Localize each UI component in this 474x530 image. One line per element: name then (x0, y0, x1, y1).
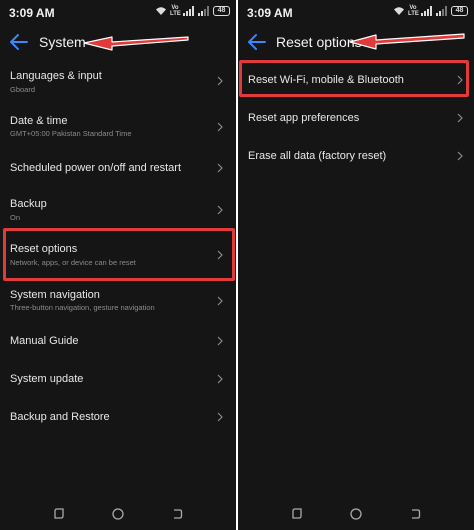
list-item-languages[interactable]: Languages & input Gboard (0, 60, 236, 100)
list-item-title: Manual Guide (10, 335, 79, 347)
list-item-backup[interactable]: Backup On (0, 191, 236, 231)
list-item-reset-network[interactable]: Reset Wi-Fi, mobile & Bluetooth (238, 62, 474, 96)
volte-indicator: Vo LTE (170, 5, 181, 17)
list-item-reset-options[interactable]: Reset options Network, apps, or device c… (0, 234, 236, 278)
list-item-backup-restore[interactable]: Backup and Restore (0, 402, 236, 438)
list-item-title: Languages & input (10, 70, 102, 82)
list-item-title: Reset Wi-Fi, mobile & Bluetooth (248, 74, 404, 86)
list-item-title: Reset app preferences (248, 112, 360, 124)
list-item-system-update[interactable]: System update (0, 364, 236, 400)
nav-back-icon[interactable] (408, 507, 422, 521)
reset-options-screen: 3:09 AM Vo LTE 48 Reset options Reset Wi… (238, 0, 474, 530)
system-settings-screen: 3:09 AM Vo LTE 48 System Languages & inp… (0, 0, 236, 530)
chevron-right-icon (457, 113, 463, 123)
chevron-right-icon (217, 336, 223, 346)
navigation-bar (0, 500, 236, 530)
list-item-subtitle: On (10, 213, 21, 222)
list-item-date-time[interactable]: Date & time GMT+05:00 Pakistan Standard … (0, 105, 236, 145)
list-item-scheduled-power[interactable]: Scheduled power on/off and restart (0, 150, 236, 186)
chevron-right-icon (217, 412, 223, 422)
home-icon[interactable] (349, 507, 363, 521)
status-bar: 3:09 AM Vo LTE 48 (238, 0, 474, 24)
status-icons: Vo LTE 48 (155, 5, 230, 17)
list-item-title: Date & time (10, 115, 68, 127)
app-bar: System (0, 28, 236, 56)
chevron-right-icon (217, 122, 223, 132)
status-time: 3:09 AM (247, 6, 293, 20)
signal-icon (421, 6, 432, 16)
chevron-right-icon (217, 296, 223, 306)
wifi-icon (156, 7, 166, 15)
list-item-title: System navigation (10, 289, 100, 301)
status-icons: Vo LTE 48 (393, 5, 468, 17)
list-item-subtitle: Network, apps, or device can be reset (10, 258, 136, 267)
list-item-title: System update (10, 373, 84, 385)
chevron-right-icon (217, 205, 223, 215)
list-item-reset-app-preferences[interactable]: Reset app preferences (238, 102, 474, 136)
chevron-right-icon (457, 151, 463, 161)
page-title: System (39, 34, 86, 50)
signal-icon (183, 6, 194, 16)
list-item-system-navigation[interactable]: System navigation Three-button navigatio… (0, 282, 236, 322)
list-item-title: Backup and Restore (10, 411, 110, 423)
home-icon[interactable] (111, 507, 125, 521)
volte-indicator: Vo LTE (408, 5, 419, 17)
list-item-title: Erase all data (factory reset) (248, 150, 387, 162)
nav-back-icon[interactable] (170, 507, 184, 521)
signal-icon (436, 6, 447, 16)
list-item-manual-guide[interactable]: Manual Guide (0, 326, 236, 362)
chevron-right-icon (217, 250, 223, 260)
chevron-right-icon (217, 163, 223, 173)
battery-icon: 48 (213, 6, 230, 16)
signal-icon (198, 6, 209, 16)
wifi-icon (394, 7, 404, 15)
chevron-right-icon (217, 76, 223, 86)
recents-icon[interactable] (52, 507, 66, 521)
chevron-right-icon (457, 75, 463, 85)
app-bar: Reset options (238, 28, 474, 56)
battery-icon: 48 (451, 6, 468, 16)
page-title: Reset options (276, 34, 362, 50)
status-bar: 3:09 AM Vo LTE 48 (0, 0, 236, 24)
navigation-bar (238, 500, 474, 530)
status-time: 3:09 AM (9, 6, 55, 20)
list-item-subtitle: GMT+05:00 Pakistan Standard Time (10, 129, 132, 138)
list-item-subtitle: Gboard (10, 85, 36, 94)
list-item-title: Backup (10, 198, 47, 210)
back-arrow-icon[interactable] (246, 32, 268, 52)
list-item-erase-all-data[interactable]: Erase all data (factory reset) (238, 140, 474, 174)
chevron-right-icon (217, 374, 223, 384)
recents-icon[interactable] (290, 507, 304, 521)
back-arrow-icon[interactable] (8, 32, 30, 52)
list-item-subtitle: Three-button navigation, gesture navigat… (10, 303, 155, 312)
list-item-title: Scheduled power on/off and restart (10, 162, 182, 174)
list-item-title: Reset options (10, 243, 78, 255)
